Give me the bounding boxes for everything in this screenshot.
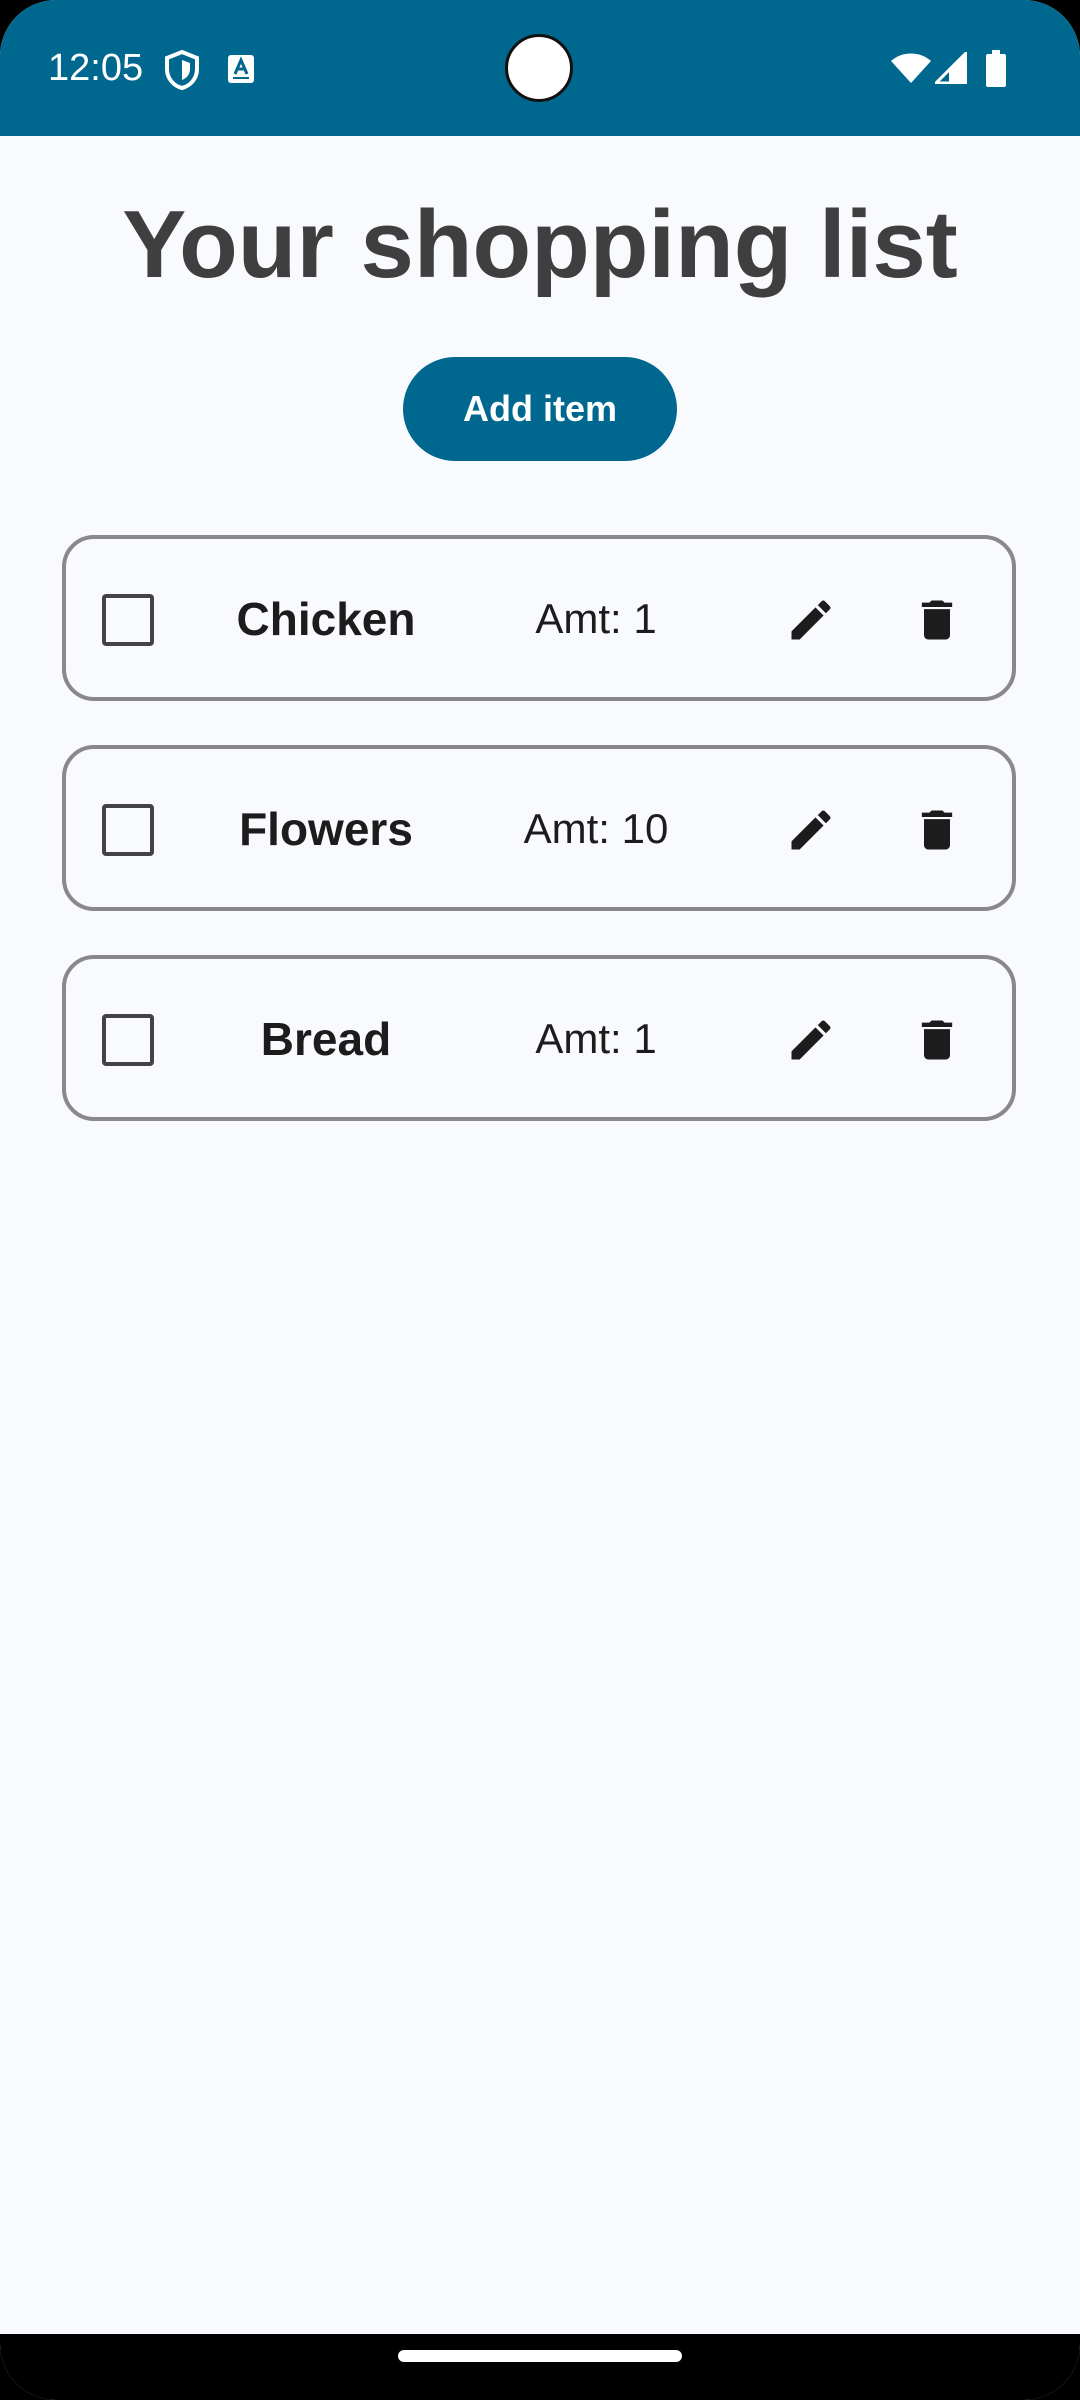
- list-item: Bread Amt: 1: [62, 955, 1016, 1121]
- item-checkbox[interactable]: [102, 804, 154, 856]
- item-name: Chicken: [236, 593, 416, 645]
- status-time: 12:05: [48, 47, 144, 89]
- list-item: Chicken Amt: 1: [62, 535, 1016, 701]
- camera-cutout: [505, 34, 573, 102]
- trash-icon: [921, 810, 953, 850]
- pencil-icon: [791, 600, 831, 640]
- wifi-icon: [891, 53, 931, 83]
- edit-item-button[interactable]: [778, 1007, 844, 1073]
- home-gesture-handle[interactable]: [398, 2350, 682, 2362]
- list-item: Flowers Amt: 10: [62, 745, 1016, 911]
- shopping-list: Chicken Amt: 1 Flowers Amt: 10 Bread Amt…: [62, 535, 1016, 1165]
- page-title: Your shopping list: [122, 191, 958, 298]
- app-screen: 12:05 Your shopping list Add item Chicke…: [0, 0, 1080, 2400]
- item-amount: Amt: 1: [535, 595, 657, 642]
- delete-item-button[interactable]: [904, 1007, 970, 1073]
- edit-item-button[interactable]: [778, 587, 844, 653]
- delete-item-button[interactable]: [904, 587, 970, 653]
- item-name: Flowers: [239, 803, 413, 855]
- pencil-icon: [791, 810, 831, 850]
- shield-icon: [165, 50, 199, 90]
- add-item-button[interactable]: Add item: [403, 357, 677, 461]
- cell-signal-icon: [935, 52, 967, 84]
- pencil-icon: [791, 1020, 831, 1060]
- navigation-bar: [0, 2334, 1080, 2400]
- status-bar: 12:05: [0, 0, 1080, 136]
- item-checkbox[interactable]: [102, 1014, 154, 1066]
- item-amount: Amt: 10: [523, 805, 669, 852]
- item-checkbox[interactable]: [102, 594, 154, 646]
- item-amount: Amt: 1: [535, 1015, 657, 1062]
- battery-icon: [986, 50, 1006, 87]
- keyboard-a-icon: [228, 55, 254, 83]
- trash-icon: [921, 1020, 953, 1060]
- delete-item-button[interactable]: [904, 797, 970, 863]
- item-name: Bread: [260, 1013, 392, 1065]
- trash-icon: [921, 600, 953, 640]
- edit-item-button[interactable]: [778, 797, 844, 863]
